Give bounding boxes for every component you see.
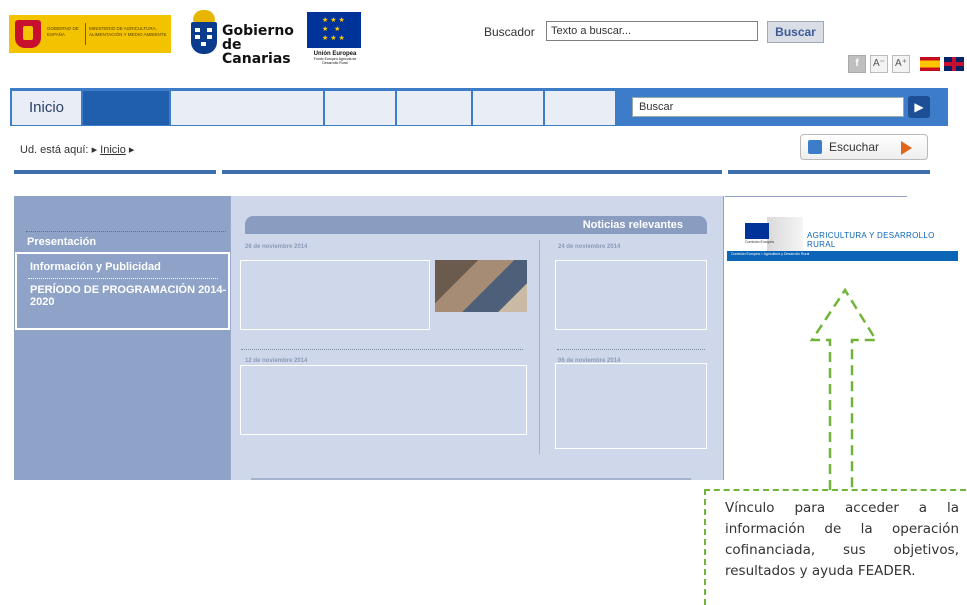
news-header: Noticias relevantes [245,216,707,234]
nav-tab-3[interactable] [171,91,325,125]
search-button[interactable]: Buscar [767,21,824,43]
divider [28,278,218,279]
spanish-flag-icon[interactable] [920,57,940,71]
breadcrumb: Ud. está aquí: ▸ Inicio ▸ [20,143,134,156]
breadcrumb-prefix: Ud. está aquí: [20,144,89,156]
canarias-name-text: Gobierno de Canarias [222,23,294,67]
nav-search-input[interactable]: Buscar [632,97,904,117]
search-label: Buscador [484,25,535,39]
divider [557,349,705,350]
sidebar-item-presentacion[interactable]: Presentación [14,236,230,248]
toolbar-icons: f A⁻ A⁺ [848,54,964,74]
nav-search-go-icon[interactable]: ▶ [908,96,930,118]
listen-button[interactable]: Escuchar [800,134,928,160]
breadcrumb-arrow-icon: ▸ [91,144,98,156]
news-image[interactable] [435,260,527,312]
speaker-icon [808,140,822,154]
column-divider [539,240,540,454]
divider [251,478,691,480]
news-item[interactable] [240,260,430,330]
separator-bar [14,170,216,174]
divider [241,349,523,350]
gobierno-canarias-name: Gobierno de Canarias [222,24,294,66]
news-item[interactable] [240,365,527,435]
nav-tab-5[interactable] [397,91,473,125]
annotation-arrow-icon [810,288,879,490]
search-input[interactable] [546,21,758,41]
banner-building-image [767,217,803,251]
gobierno-espana-logo[interactable]: GOBIERNO DE ESPAÑA MINISTERIO DE AGRICUL… [9,15,171,53]
separator-bar [728,170,930,174]
news-date: 24 de noviembre 2014 [558,244,621,250]
breadcrumb-arrow-icon: ▸ [128,144,135,156]
eu-flag-icon [307,12,361,48]
crown-icon [193,10,215,22]
main-nav: Inicio Buscar ▶ [10,88,948,126]
news-item[interactable] [555,260,707,330]
agriculture-banner-link[interactable]: Comisión Europea AGRICULTURA Y DESARROLL… [727,217,958,261]
nav-tab-2[interactable] [83,91,171,125]
nav-tab-4[interactable] [325,91,397,125]
facebook-icon[interactable]: f [848,55,866,73]
gobierno-canarias-logo[interactable]: Gobierno de Canarias [190,10,300,66]
news-panel: Noticias relevantes 26 de noviembre 2014… [230,196,724,480]
news-date: 12 de noviembre 2014 [245,358,308,364]
ue-subtitle: Fondo Europeo Agrícola de Desarrollo Rur… [313,57,357,65]
nav-tab-inicio[interactable]: Inicio [12,91,83,125]
coat-of-arms-icon [15,20,41,48]
sidebar-item-periodo[interactable]: PERÍODO DE PROGRAMACIÓN 2014-2020 [17,284,227,308]
annotation-text: Vínculo para acceder a la información de… [725,500,959,579]
news-item[interactable] [555,363,707,449]
banner-bottom-text: Comisión Europea > Agricultura y Desarro… [731,252,810,256]
ministerio-text: MINISTERIO DE AGRICULTURA, ALIMENTACIÓN … [89,26,167,37]
gobierno-espana-text: GOBIERNO DE ESPAÑA [47,26,79,37]
canarias-shield-icon [191,22,217,54]
font-increase-icon[interactable]: A⁺ [892,55,910,73]
banner-title: AGRICULTURA Y DESARROLLO RURAL [807,231,935,249]
play-icon [901,141,912,155]
banner-eu-label: Comisión Europea [745,240,774,244]
sidebar: Presentación Información y Publicidad PE… [14,196,230,480]
font-decrease-icon[interactable]: A⁻ [870,55,888,73]
logo-divider [85,23,86,45]
eu-flag-icon [745,223,769,239]
news-date: 26 de noviembre 2014 [245,244,308,250]
separator-bar [222,170,722,174]
divider [26,231,226,232]
breadcrumb-link-inicio[interactable]: Inicio [100,144,126,156]
listen-label: Escuchar [829,140,880,154]
nav-tab-6[interactable] [473,91,545,125]
nav-tab-7[interactable] [545,91,617,125]
sidebar-item-informacion[interactable]: Información y Publicidad [17,261,233,273]
english-flag-icon[interactable] [944,57,964,71]
union-europea-logo[interactable]: Unión Europea Fondo Europeo Agrícola de … [307,12,363,74]
